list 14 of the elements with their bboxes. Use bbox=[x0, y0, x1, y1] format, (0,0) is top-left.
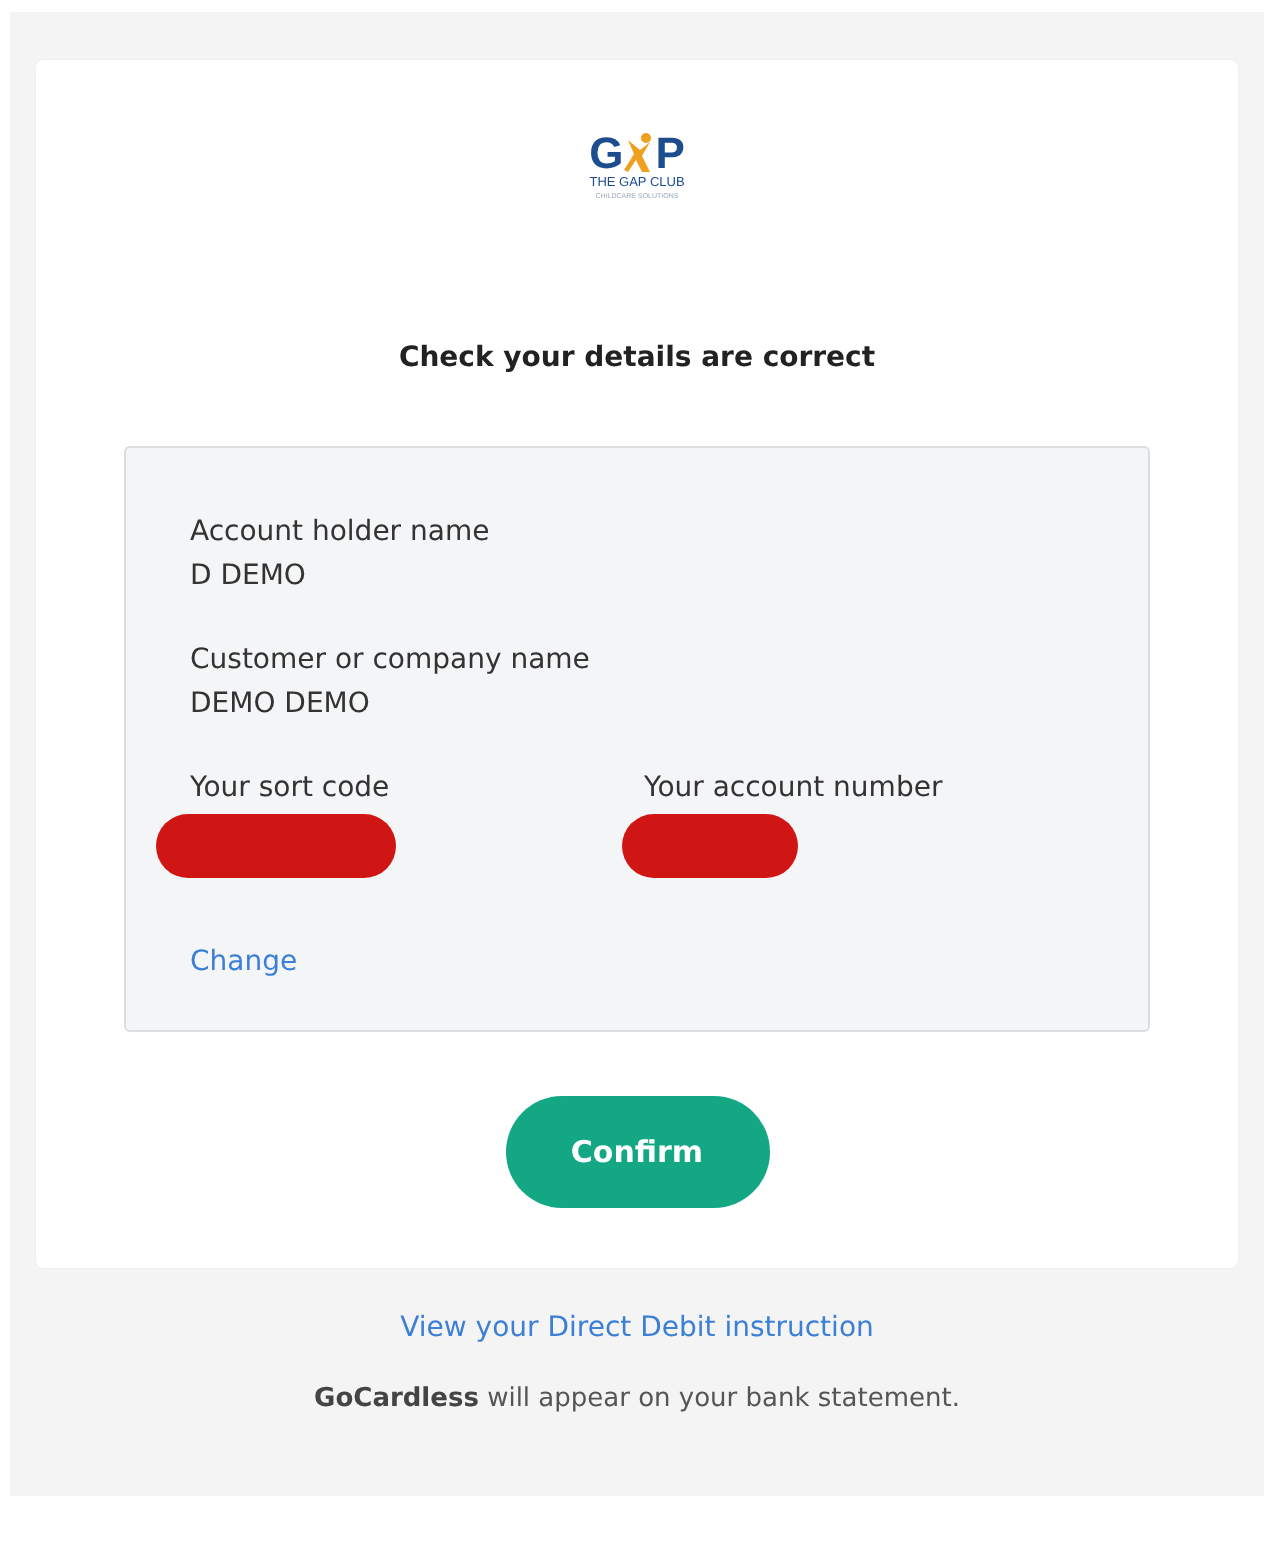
field-label: Your account number bbox=[644, 772, 945, 804]
field-label: Your sort code bbox=[190, 772, 392, 804]
logo-letter: P bbox=[655, 132, 685, 176]
footer-note: GoCardless will appear on your bank statement. bbox=[314, 1384, 960, 1414]
field-value: D DEMO bbox=[190, 560, 308, 592]
field-label: Customer or company name bbox=[190, 644, 592, 676]
field-label: Account holder name bbox=[190, 516, 492, 548]
page-heading: Check your details are correct bbox=[398, 342, 876, 374]
confirm-button[interactable]: Confirm bbox=[505, 1096, 769, 1208]
logo-letter: G bbox=[589, 132, 624, 176]
field-value: DEMO DEMO bbox=[190, 688, 372, 720]
logo-figure-icon bbox=[623, 132, 656, 176]
change-link[interactable]: Change bbox=[190, 946, 298, 978]
instruction-link[interactable]: View your Direct Debit instruction bbox=[400, 1312, 874, 1344]
